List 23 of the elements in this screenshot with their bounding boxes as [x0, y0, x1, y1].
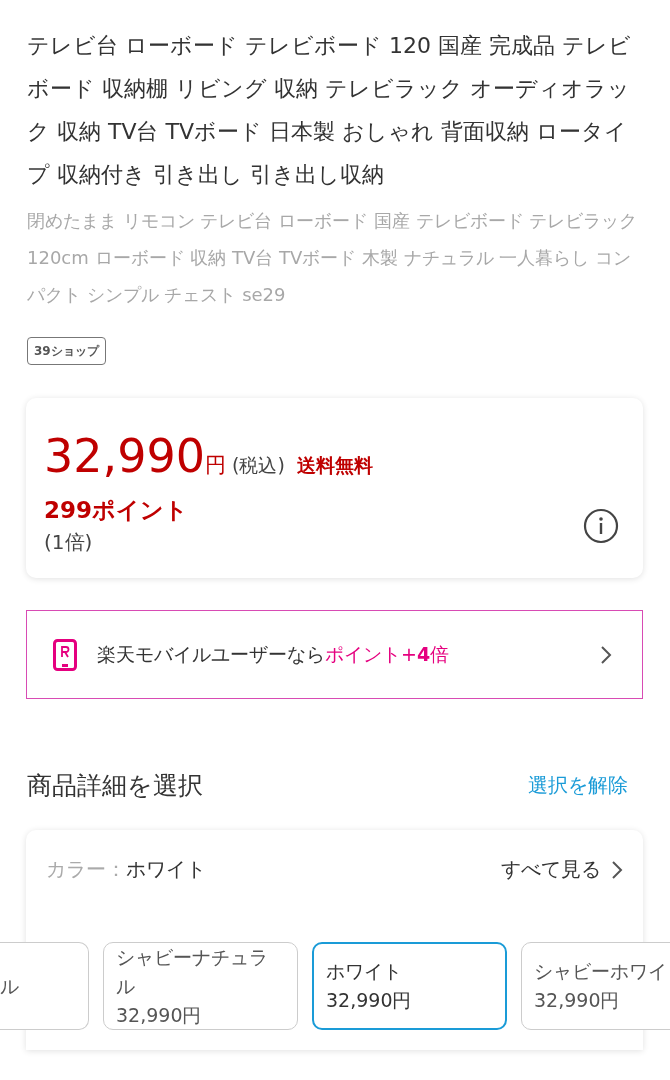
mobile-promo-banner[interactable]: 楽天モバイルユーザーなら ポイント+4倍: [26, 610, 643, 699]
chevron-right-icon: [600, 644, 612, 665]
points: 299ポイント: [44, 496, 188, 525]
tax-note: (税込): [231, 453, 285, 478]
color-option[interactable]: シャビーナチュラル 32,990円: [103, 942, 298, 1030]
currency: 円: [204, 452, 226, 479]
info-icon[interactable]: [583, 508, 619, 544]
points-multiplier: (1倍): [44, 529, 94, 556]
shipping-note: 送料無料: [296, 453, 373, 478]
price: 32,990: [44, 428, 205, 484]
color-label: カラー：: [46, 856, 126, 883]
chevron-right-icon: [611, 859, 623, 880]
shop-tag: 39ショップ: [27, 337, 106, 365]
product-subtitle: 閉めたまま リモコン テレビ台 ローボード 国産 テレビボード テレビラック 120cm ローボード 収納 TV台 TVボード 木製 ナチュラル 一人暮らし コンパクト シンプル チェスト se29: [26, 209, 639, 307]
color-option[interactable]: ホワイト 32,990円: [312, 942, 507, 1030]
selected-color: ホワイト: [126, 856, 206, 883]
promo-text: 楽天モバイルユーザーなら ポイント+4倍: [97, 641, 451, 667]
color-option[interactable]: ル: [0, 942, 89, 1030]
product-title: テレビ台 ローボード テレビボード 120 国産 完成品 テレビボード 収納棚 リビング 収納 テレビラック オーディオラック 収納 TV台 TVボード 日本製 おしゃれ 背面収納 ロータイプ 収納付き 引き出し 引き出し収納: [26, 32, 632, 189]
phone-icon: [53, 638, 77, 671]
see-all-link[interactable]: すべて見る: [501, 856, 601, 883]
color-option[interactable]: シャビーホワイ 32,990円: [521, 942, 670, 1030]
section-heading: 商品詳細を選択: [27, 770, 203, 802]
